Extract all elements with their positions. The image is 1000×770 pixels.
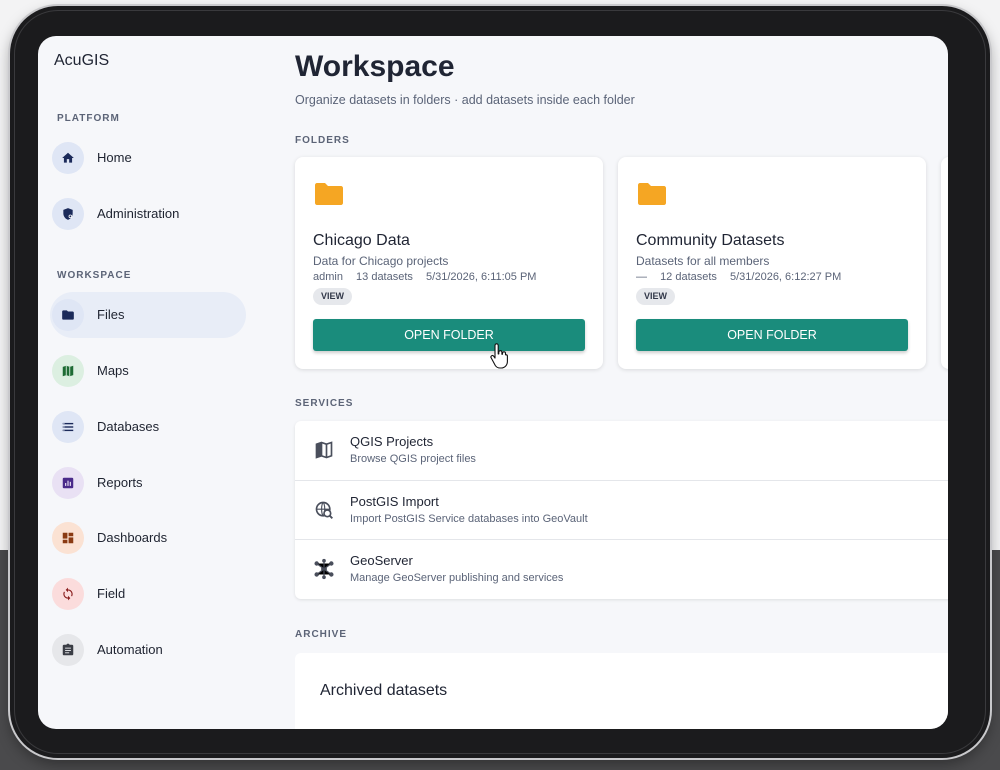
- archive-title: Archived datasets: [320, 682, 448, 699]
- section-label-platform: PLATFORM: [57, 113, 120, 124]
- database-icon: [52, 411, 84, 443]
- section-label-folders: FOLDERS: [295, 135, 350, 146]
- folder-name: Chicago Data: [313, 232, 410, 249]
- sidebar-item-label: Automation: [97, 642, 163, 657]
- folder-name: Community Datasets: [636, 232, 785, 249]
- service-item-qgis[interactable]: QGIS Projects Browse QGIS project files: [295, 421, 948, 480]
- page-subtitle: Organize datasets in folders · add datas…: [295, 93, 635, 107]
- page-title: Workspace: [295, 50, 455, 83]
- sidebar-item-maps[interactable]: Maps: [50, 348, 246, 394]
- folder-card[interactable]: Community Datasets Datasets for all memb…: [618, 157, 926, 369]
- service-description: Manage GeoServer publishing and services: [350, 572, 564, 584]
- sidebar-item-reports[interactable]: Reports: [50, 460, 246, 506]
- bar-chart-icon: [52, 467, 84, 499]
- sidebar-item-label: Reports: [97, 475, 143, 490]
- map-outline-icon: [313, 439, 335, 461]
- folder-date: 5/31/2026, 6:12:27 PM: [730, 271, 842, 283]
- services-list: QGIS Projects Browse QGIS project files …: [295, 421, 948, 599]
- service-title: PostGIS Import: [350, 494, 439, 509]
- sync-icon: [52, 578, 84, 610]
- open-folder-button[interactable]: OPEN FOLDER: [313, 319, 585, 351]
- service-description: Browse QGIS project files: [350, 453, 476, 465]
- folder-icon: [636, 181, 668, 212]
- admin-shield-icon: [52, 198, 84, 230]
- folder-date: 5/31/2026, 6:11:05 PM: [425, 271, 537, 283]
- folder-owner: admin: [313, 271, 343, 283]
- sidebar-item-label: Home: [97, 150, 132, 165]
- folder-card-partial[interactable]: [941, 157, 948, 369]
- sidebar-item-label: Administration: [97, 206, 180, 221]
- service-item-postgis[interactable]: PostGIS Import Import PostGIS Service da…: [295, 480, 948, 540]
- main-content: Workspace Organize datasets in folders ·…: [295, 36, 948, 729]
- sidebar-item-label: Databases: [97, 419, 160, 434]
- sidebar-item-label: Files: [97, 307, 125, 322]
- home-icon: [52, 142, 84, 174]
- globe-search-icon: [313, 499, 335, 521]
- folder-description: Data for Chicago projects: [313, 254, 449, 268]
- clipboard-icon: [52, 634, 84, 666]
- service-title: GeoServer: [350, 553, 413, 568]
- folder-owner: —: [636, 271, 647, 283]
- sidebar-item-administration[interactable]: Administration: [50, 191, 246, 237]
- folder-icon: [52, 299, 84, 331]
- folder-meta: admin 13 datasets 5/31/2026, 6:11:05 PM: [313, 271, 546, 283]
- hand-cursor-icon: [490, 343, 508, 374]
- folder-count: 13 datasets: [356, 271, 413, 283]
- service-item-geoserver[interactable]: GeoServer Manage GeoServer publishing an…: [295, 539, 948, 599]
- section-label-archive: ARCHIVE: [295, 629, 348, 640]
- folder-card[interactable]: Chicago Data Data for Chicago projects a…: [295, 157, 603, 369]
- sidebar-item-automation[interactable]: Automation: [50, 627, 246, 673]
- folder-meta: — 12 datasets 5/31/2026, 6:12:27 PM: [636, 271, 851, 283]
- section-label-workspace: WORKSPACE: [57, 270, 132, 281]
- permission-badge: VIEW: [313, 288, 353, 305]
- folder-description: Datasets for all members: [636, 254, 770, 268]
- dashboard-icon: [52, 522, 84, 554]
- open-folder-button[interactable]: OPEN FOLDER: [636, 319, 908, 351]
- sidebar-item-dashboards[interactable]: Dashboards: [50, 515, 246, 561]
- tablet-screen: AcuGIS PLATFORM Home Administration WORK…: [38, 36, 948, 729]
- permission-badge: VIEW: [636, 288, 676, 305]
- sidebar-item-label: Dashboards: [97, 530, 168, 545]
- sidebar-item-home[interactable]: Home: [50, 135, 246, 181]
- map-icon: [52, 355, 84, 387]
- service-description: Import PostGIS Service databases into Ge…: [350, 513, 588, 525]
- folder-icon: [313, 181, 345, 212]
- sidebar-item-files[interactable]: Files: [50, 292, 246, 338]
- folder-count: 12 datasets: [660, 271, 717, 283]
- sidebar-item-label: Field: [97, 586, 126, 601]
- archive-panel: Archived datasets: [295, 653, 948, 729]
- sidebar: AcuGIS PLATFORM Home Administration WORK…: [38, 36, 266, 729]
- sidebar-item-databases[interactable]: Databases: [50, 404, 246, 450]
- section-label-services: SERVICES: [295, 398, 354, 409]
- sidebar-item-label: Maps: [97, 363, 129, 378]
- service-title: QGIS Projects: [350, 434, 434, 449]
- app-title: AcuGIS: [54, 52, 110, 69]
- sidebar-item-field[interactable]: Field: [50, 571, 246, 617]
- network-hub-icon: [313, 558, 335, 580]
